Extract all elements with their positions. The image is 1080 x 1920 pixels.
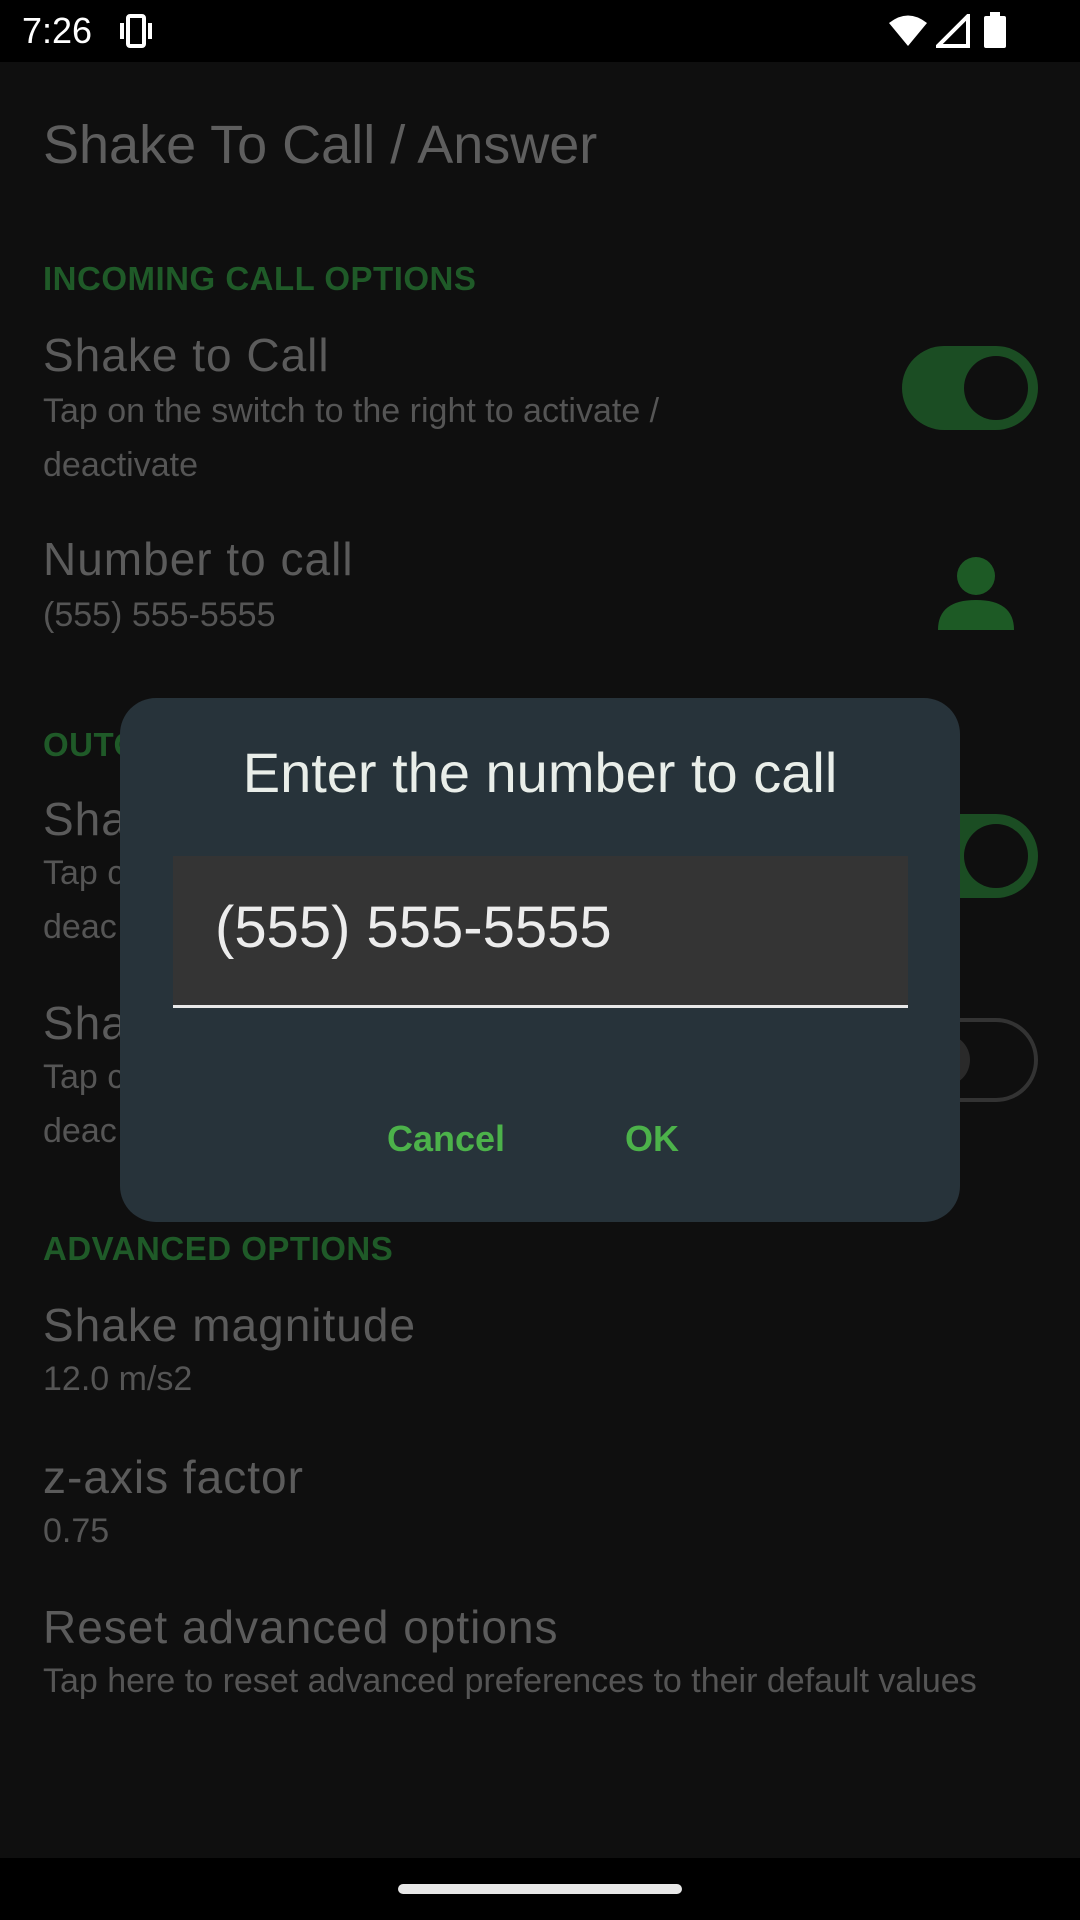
shake-to-call-switch[interactable]	[902, 346, 1038, 430]
navigation-bar	[0, 1858, 1080, 1920]
vibrate-icon	[118, 14, 154, 53]
pref-summary: 0.75	[43, 1512, 110, 1550]
pref-summary: 12.0 m/s2	[43, 1360, 193, 1398]
section-header-advanced: ADVANCED OPTIONS	[43, 1230, 394, 1267]
pref-title: Reset advanced options	[43, 1601, 559, 1653]
phone-number-input[interactable]: (555) 555-5555	[173, 856, 908, 1008]
cellular-signal-icon	[933, 11, 970, 53]
contact-person-icon[interactable]	[938, 556, 1014, 635]
pref-title: Sha	[43, 793, 128, 845]
pref-summary: Tap here to reset advanced preferences t…	[43, 1662, 977, 1700]
switch-knob	[964, 824, 1028, 888]
app-title: Shake To Call / Answer	[43, 115, 598, 175]
pref-title: Number to call	[43, 533, 354, 585]
status-bar: 7:26	[0, 0, 1080, 62]
pref-title: Shake magnitude	[43, 1299, 417, 1351]
number-dialog: Enter the number to call (555) 555-5555 …	[120, 698, 960, 1222]
pref-summary: Tap on the switch to the right to activa…	[43, 392, 660, 484]
dialog-title: Enter the number to call	[242, 741, 838, 804]
switch-knob	[964, 356, 1028, 420]
status-time: 7:26	[22, 10, 93, 51]
pref-summary-line1: Tap c	[43, 854, 125, 892]
pref-summary-line1: Tap c	[43, 1058, 125, 1096]
ok-button[interactable]: OK	[625, 1118, 679, 1160]
section-header-incoming: INCOMING CALL OPTIONS	[43, 260, 477, 297]
pref-summary: (555) 555-5555	[43, 596, 276, 634]
pref-summary-line2: deac	[43, 1112, 117, 1150]
pref-summary-line2: deac	[43, 908, 117, 946]
home-gesture-handle[interactable]	[398, 1884, 682, 1894]
cancel-button[interactable]: Cancel	[387, 1118, 505, 1160]
pref-title: Shake to Call	[43, 329, 330, 381]
pref-title: z-axis factor	[43, 1451, 304, 1503]
pref-title: Sha	[43, 997, 128, 1049]
wifi-icon	[888, 14, 928, 53]
battery-icon	[984, 12, 1006, 53]
